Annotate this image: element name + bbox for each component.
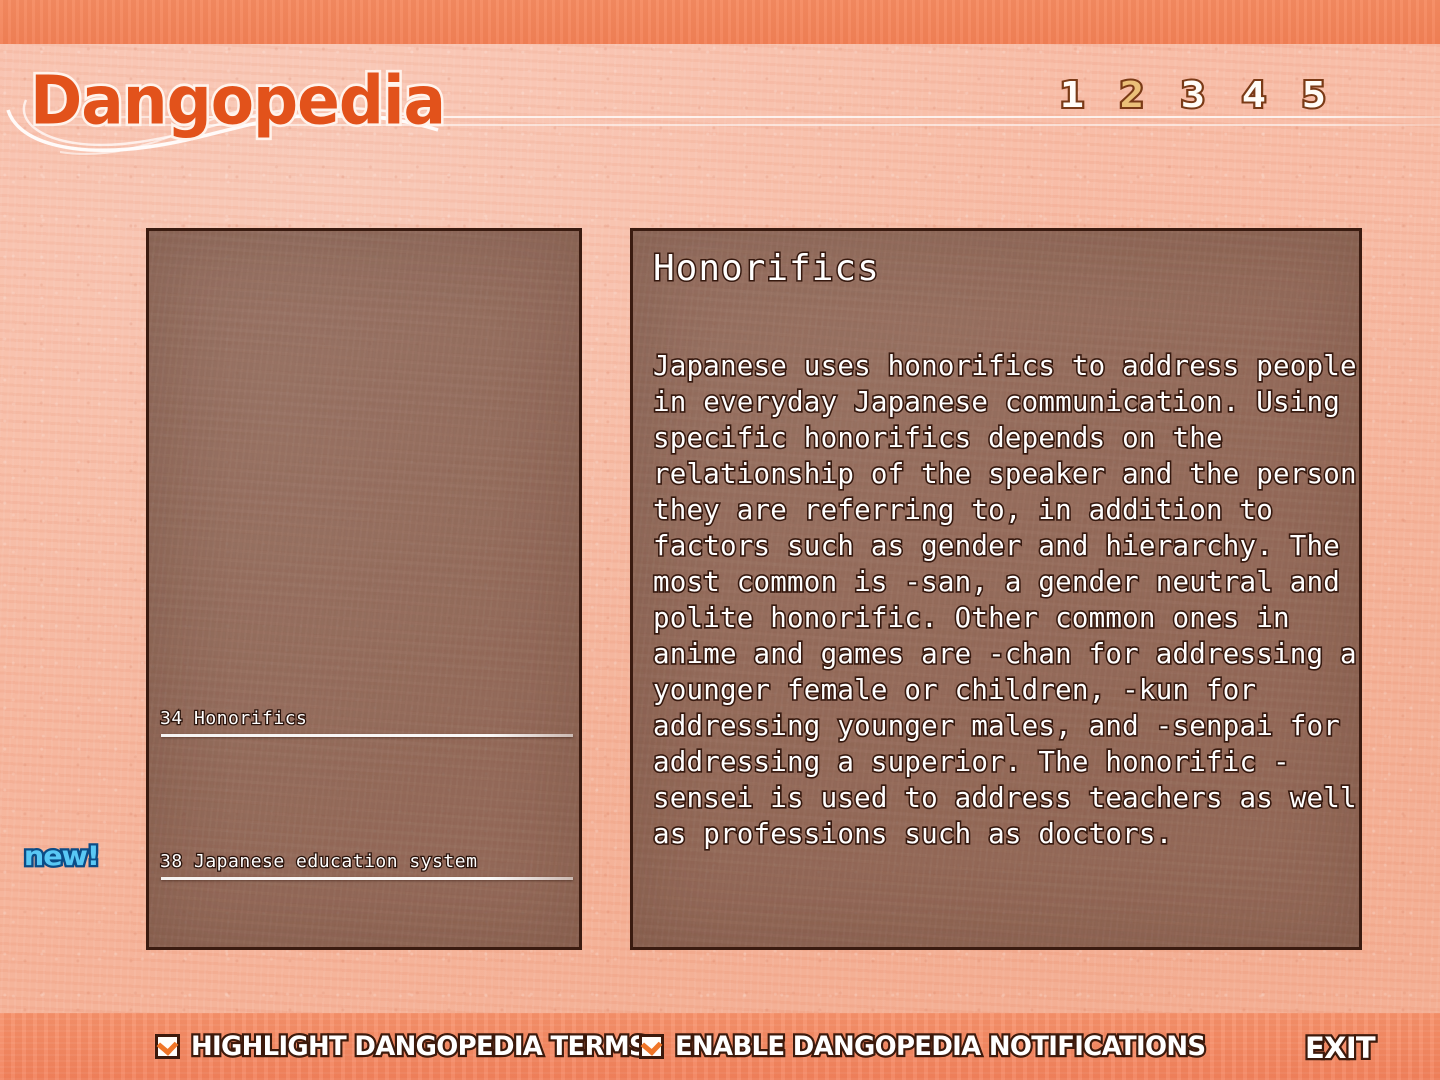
- index-entry-honorifics[interactable]: 34 Honorifics: [159, 707, 574, 737]
- highlight-dangopedia-terms-toggle[interactable]: HIGHLIGHT DANGOPEDIA TERMS: [155, 1029, 666, 1065]
- index-entry-label: 38 Japanese education system: [159, 850, 479, 873]
- page-number-2[interactable]: 2: [1118, 76, 1147, 116]
- exit-label: EXIT: [1303, 1029, 1378, 1068]
- article-title: Honorifics: [652, 246, 881, 290]
- checkmark-icon: [640, 1035, 663, 1056]
- article-body-text: Japanese uses honorifics to address peop…: [651, 348, 1358, 851]
- top-bar-texture: [0, 0, 1440, 44]
- page-number-3[interactable]: 3: [1178, 76, 1207, 116]
- page-number-5[interactable]: 5: [1300, 76, 1329, 116]
- index-entry-list: 34 Honorifics 38 Japanese education syst…: [149, 231, 579, 947]
- index-entry-label: 34 Honorifics: [159, 707, 308, 730]
- enable-notifications-label: ENABLE DANGOPEDIA NOTIFICATIONS: [673, 1029, 1208, 1065]
- index-entry-underline: [161, 877, 573, 880]
- index-entry-japanese-education-system[interactable]: 38 Japanese education system: [159, 850, 574, 880]
- app-logo: Dangopedia: [27, 59, 448, 142]
- page-number-1[interactable]: 1: [1057, 76, 1086, 116]
- index-entry-underline: [161, 734, 573, 737]
- page-navigation[interactable]: 1 2 3 4 5: [1057, 76, 1329, 116]
- checkmark-icon: [156, 1035, 179, 1056]
- enable-dangopedia-notifications-toggle[interactable]: ENABLE DANGOPEDIA NOTIFICATIONS: [639, 1029, 1227, 1065]
- article-panel: Honorifics Japanese uses honorifics to a…: [630, 228, 1362, 950]
- top-bar: [0, 0, 1440, 44]
- new-badge: new!: [21, 839, 102, 875]
- page-number-4[interactable]: 4: [1239, 76, 1268, 116]
- checkbox-checked-icon[interactable]: [639, 1034, 664, 1059]
- checkbox-checked-icon[interactable]: [155, 1034, 180, 1059]
- exit-button[interactable]: EXIT: [1303, 1029, 1378, 1068]
- header: Dangopedia 1 2 3 4 5: [0, 44, 1440, 184]
- index-panel: 34 Honorifics 38 Japanese education syst…: [146, 228, 582, 950]
- highlight-terms-label: HIGHLIGHT DANGOPEDIA TERMS: [189, 1029, 650, 1065]
